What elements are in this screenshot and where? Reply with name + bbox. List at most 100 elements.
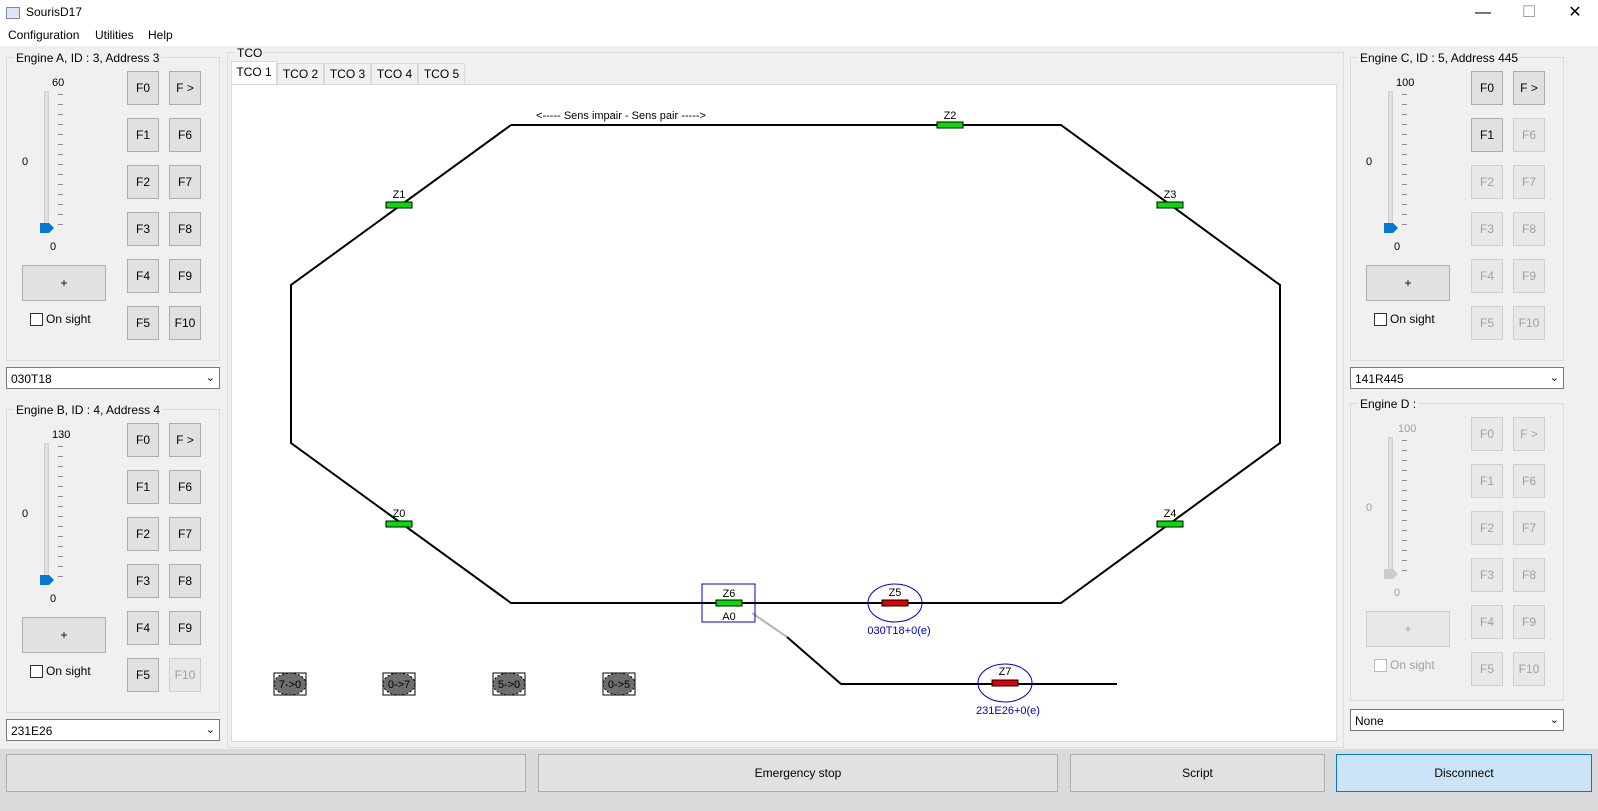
emergency-stop-button[interactable]: Emergency stop <box>538 754 1058 792</box>
route-5-0-label: 5->0 <box>498 679 520 691</box>
engine_b-function-f9-button[interactable]: F9 <box>169 611 201 645</box>
engine_c-plus-button[interactable]: + <box>1366 265 1450 301</box>
tco-track-diagram[interactable]: <----- Sens impair - Sens pair -----> Z2… <box>232 85 1336 741</box>
engine_d-on-sight-checkbox[interactable] <box>1374 659 1387 672</box>
menu-configuration[interactable]: Configuration <box>8 28 79 42</box>
engine_c-function-f-button[interactable]: F > <box>1513 71 1545 105</box>
engine_d-speed-thumb[interactable] <box>1384 569 1398 579</box>
engine_a-function-f7-button[interactable]: F7 <box>169 165 201 199</box>
script-button[interactable]: Script <box>1070 754 1325 792</box>
engine_c-function-f8-button[interactable]: F8 <box>1513 212 1545 246</box>
engine_c-function-f7-button[interactable]: F7 <box>1513 165 1545 199</box>
engine-a-panel: Engine A, ID : 3, Address 3 60 0 0 + On sight… <box>6 51 220 395</box>
engine_d-function-f0-button[interactable]: F0 <box>1471 417 1503 451</box>
engine_c-on-sight-checkbox[interactable] <box>1374 313 1387 326</box>
zone-z2[interactable]: Z2 <box>936 110 964 129</box>
engine_b-function-f0-button[interactable]: F0 <box>127 423 159 457</box>
engine_c-speed-thumb[interactable] <box>1384 223 1398 233</box>
zone-z5[interactable]: Z5 030T18+0(e) <box>867 583 931 637</box>
engine_b-on-sight-checkbox[interactable] <box>30 665 43 678</box>
zone-z7[interactable]: Z7 231E26+0(e) <box>976 663 1040 717</box>
engine_a-function-f6-button[interactable]: F6 <box>169 118 201 152</box>
menu-utilities[interactable]: Utilities <box>95 28 134 42</box>
engine_a-plus-button[interactable]: + <box>22 265 106 301</box>
engine_d-function-f2-button[interactable]: F2 <box>1471 511 1503 545</box>
menu-help[interactable]: Help <box>148 28 173 42</box>
engine_a-function-f8-button[interactable]: F8 <box>169 212 201 246</box>
engine_a-function-f1-button[interactable]: F1 <box>127 118 159 152</box>
engine_a-speed-thumb[interactable] <box>40 223 54 233</box>
zone-z5-label: Z5 <box>889 587 902 599</box>
engine_d-function-f9-button[interactable]: F9 <box>1513 605 1545 639</box>
engine_d-function-f3-button[interactable]: F3 <box>1471 558 1503 592</box>
engine_b-function-f4-button[interactable]: F4 <box>127 611 159 645</box>
engine_d-speed-slider[interactable] <box>1384 437 1414 582</box>
engine_a-function-f4-button[interactable]: F4 <box>127 259 159 293</box>
engine_b-speed-thumb[interactable] <box>40 575 54 585</box>
engine_c-function-f10-button[interactable]: F10 <box>1513 306 1545 340</box>
engine_b-function-f3-button[interactable]: F3 <box>127 564 159 598</box>
tab-tco-5[interactable]: TCO 5 <box>418 63 465 84</box>
disconnect-button[interactable]: Disconnect <box>1336 754 1592 792</box>
engine_b-function-f6-button[interactable]: F6 <box>169 470 201 504</box>
engine_b-plus-button[interactable]: + <box>22 617 106 653</box>
engine_b-function-f10-button[interactable]: F10 <box>169 658 201 692</box>
engine_a-function-f10-button[interactable]: F10 <box>169 306 201 340</box>
engine_b-speed-slider[interactable] <box>40 443 70 588</box>
route-button-5-0[interactable]: 5->0 <box>492 672 526 696</box>
engine_b-function-f7-button[interactable]: F7 <box>169 517 201 551</box>
engine_c-function-f9-button[interactable]: F9 <box>1513 259 1545 293</box>
engine_d-function-f8-button[interactable]: F8 <box>1513 558 1545 592</box>
engine_a-locomotive-select[interactable]: 030T18 ⌄ <box>6 367 220 389</box>
route-button-7-0[interactable]: 7->0 <box>273 672 307 696</box>
zone-z0[interactable]: Z0 <box>385 508 413 528</box>
tab-tco-2[interactable]: TCO 2 <box>277 63 324 84</box>
engine_b-function-f2-button[interactable]: F2 <box>127 517 159 551</box>
engine_b-function-f1-button[interactable]: F1 <box>127 470 159 504</box>
engine_b-function-f8-button[interactable]: F8 <box>169 564 201 598</box>
engine_b-on-sight-label: On sight <box>46 664 91 678</box>
engine_d-function-f10-button[interactable]: F10 <box>1513 652 1545 686</box>
engine_d-function-f5-button[interactable]: F5 <box>1471 652 1503 686</box>
zone-z1[interactable]: Z1 <box>385 189 413 209</box>
engine_d-function-f7-button[interactable]: F7 <box>1513 511 1545 545</box>
tco-canvas[interactable]: <----- Sens impair - Sens pair -----> Z2… <box>231 84 1337 742</box>
engine_c-function-f3-button[interactable]: F3 <box>1471 212 1503 246</box>
engine_a-function-f3-button[interactable]: F3 <box>127 212 159 246</box>
engine_c-function-f1-button[interactable]: F1 <box>1471 118 1503 152</box>
close-button[interactable]: ✕ <box>1552 0 1598 26</box>
route-button-0-5[interactable]: 0->5 <box>602 672 636 696</box>
engine_a-function-f-button[interactable]: F > <box>169 71 201 105</box>
route-7-0-label: 7->0 <box>279 679 301 691</box>
engine_a-on-sight-checkbox[interactable] <box>30 313 43 326</box>
tab-tco-1[interactable]: TCO 1 <box>231 61 277 84</box>
engine_a-function-f5-button[interactable]: F5 <box>127 306 159 340</box>
engine_d-function-f-button[interactable]: F > <box>1513 417 1545 451</box>
engine_d-plus-button[interactable]: + <box>1366 611 1450 647</box>
tab-tco-4[interactable]: TCO 4 <box>371 63 418 84</box>
engine_d-function-f4-button[interactable]: F4 <box>1471 605 1503 639</box>
track-switch-branch <box>751 612 788 638</box>
engine_c-function-f6-button[interactable]: F6 <box>1513 118 1545 152</box>
engine_a-function-f2-button[interactable]: F2 <box>127 165 159 199</box>
chevron-down-icon: ⌄ <box>205 724 215 736</box>
engine_b-function-f5-button[interactable]: F5 <box>127 658 159 692</box>
engine_c-function-f4-button[interactable]: F4 <box>1471 259 1503 293</box>
engine_c-locomotive-select[interactable]: 141R445 ⌄ <box>1350 367 1564 389</box>
engine_c-function-f0-button[interactable]: F0 <box>1471 71 1503 105</box>
minimize-button[interactable]: — <box>1460 0 1506 26</box>
engine_b-function-f-button[interactable]: F > <box>169 423 201 457</box>
engine_d-function-f6-button[interactable]: F6 <box>1513 464 1545 498</box>
engine_d-function-f1-button[interactable]: F1 <box>1471 464 1503 498</box>
maximize-button[interactable]: ☐ <box>1506 0 1552 26</box>
engine_a-speed-slider[interactable] <box>40 91 70 236</box>
engine_d-locomotive-select[interactable]: None ⌄ <box>1350 709 1564 731</box>
engine_a-function-f0-button[interactable]: F0 <box>127 71 159 105</box>
engine_a-function-f9-button[interactable]: F9 <box>169 259 201 293</box>
engine_c-function-f5-button[interactable]: F5 <box>1471 306 1503 340</box>
tab-tco-3[interactable]: TCO 3 <box>324 63 371 84</box>
engine_b-locomotive-select[interactable]: 231E26 ⌄ <box>6 719 220 741</box>
engine_c-speed-slider[interactable] <box>1384 91 1414 236</box>
route-button-0-7[interactable]: 0->7 <box>382 672 416 696</box>
engine_c-function-f2-button[interactable]: F2 <box>1471 165 1503 199</box>
